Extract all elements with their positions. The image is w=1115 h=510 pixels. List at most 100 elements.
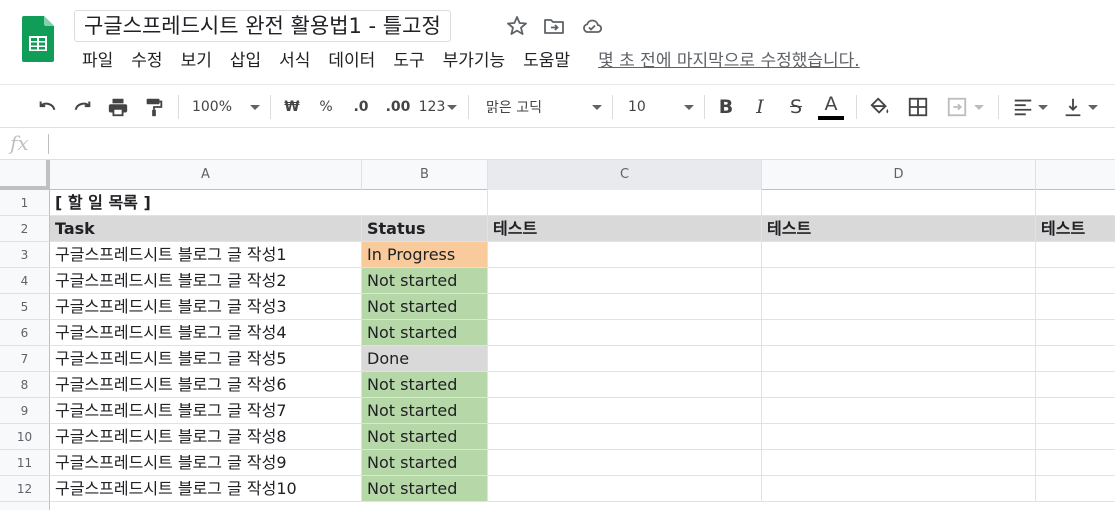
font-size-select[interactable]: 10 (628, 85, 694, 129)
move-folder-icon[interactable] (542, 14, 566, 38)
font-family-select[interactable]: 맑은 고딕 (486, 85, 602, 129)
status-cell[interactable]: Not started (362, 268, 488, 294)
cell-e4[interactable] (1036, 268, 1115, 294)
cell-d6[interactable] (762, 320, 1036, 346)
task-cell[interactable]: 구글스프레드시트 블로그 글 작성1 (50, 242, 362, 268)
text-color-button[interactable]: A (816, 85, 846, 129)
task-cell[interactable]: 구글스프레드시트 블로그 글 작성2 (50, 268, 362, 294)
cell-c10[interactable] (488, 424, 762, 450)
menu-tools[interactable]: 도구 (393, 49, 424, 73)
cell-d5[interactable] (762, 294, 1036, 320)
redo-icon[interactable] (68, 85, 96, 129)
cell-d11[interactable] (762, 450, 1036, 476)
cell-e7[interactable] (1036, 346, 1115, 372)
menu-addons[interactable]: 부가기능 (443, 49, 506, 73)
header-cell-c2[interactable]: 테스트 (488, 216, 762, 242)
status-cell[interactable]: Not started (362, 476, 488, 502)
status-cell[interactable]: Not started (362, 450, 488, 476)
cell-d7[interactable] (762, 346, 1036, 372)
status-cell[interactable]: Not started (362, 398, 488, 424)
vertical-align-icon[interactable] (1058, 85, 1102, 129)
row-header-6[interactable]: 6 (0, 320, 50, 346)
horizontal-align-icon[interactable] (1008, 85, 1052, 129)
row-header-9[interactable]: 9 (0, 398, 50, 424)
cell-c1[interactable] (488, 190, 762, 216)
column-header-c[interactable]: C (488, 160, 762, 190)
select-all-corner[interactable] (0, 160, 50, 190)
cell-e5[interactable] (1036, 294, 1115, 320)
cell-e1[interactable] (1036, 190, 1115, 216)
merge-cells-icon[interactable] (942, 85, 988, 129)
task-cell[interactable]: 구글스프레드시트 블로그 글 작성8 (50, 424, 362, 450)
cloud-saved-icon[interactable] (580, 14, 604, 38)
cell-c7[interactable] (488, 346, 762, 372)
column-header-e[interactable] (1036, 160, 1115, 190)
cell-e8[interactable] (1036, 372, 1115, 398)
task-cell[interactable]: 구글스프레드시트 블로그 글 작성9 (50, 450, 362, 476)
cell-d1[interactable] (762, 190, 1036, 216)
bold-button[interactable]: B (714, 85, 738, 129)
cell-c12[interactable] (488, 476, 762, 502)
cell-c9[interactable] (488, 398, 762, 424)
row-header-12[interactable]: 12 (0, 476, 50, 502)
strikethrough-button[interactable]: S (784, 85, 808, 129)
decrease-decimal-button[interactable]: .0 (346, 85, 376, 129)
cell-c11[interactable] (488, 450, 762, 476)
print-icon[interactable] (104, 85, 132, 129)
undo-icon[interactable] (34, 85, 62, 129)
header-cell-d2[interactable]: 테스트 (762, 216, 1036, 242)
menu-help[interactable]: 도움말 (523, 49, 570, 73)
row-header-5[interactable]: 5 (0, 294, 50, 320)
row-header-10[interactable]: 10 (0, 424, 50, 450)
column-header-a[interactable]: A (50, 160, 362, 190)
cell-e3[interactable] (1036, 242, 1115, 268)
italic-button[interactable]: I (748, 85, 772, 129)
task-cell[interactable]: 구글스프레드시트 블로그 글 작성6 (50, 372, 362, 398)
header-cell-b2[interactable]: Status (362, 216, 488, 242)
task-cell[interactable]: 구글스프레드시트 블로그 글 작성3 (50, 294, 362, 320)
cell-e10[interactable] (1036, 424, 1115, 450)
increase-decimal-button[interactable]: .00 (382, 85, 414, 129)
paint-format-icon[interactable] (140, 85, 168, 129)
row-header-13[interactable] (0, 502, 50, 510)
percent-format-button[interactable]: % (314, 85, 338, 129)
cell-c8[interactable] (488, 372, 762, 398)
cell-c6[interactable] (488, 320, 762, 346)
menu-view[interactable]: 보기 (181, 49, 212, 73)
status-cell[interactable]: In Progress (362, 242, 488, 268)
header-cell-a2[interactable]: Task (50, 216, 362, 242)
menu-file[interactable]: 파일 (82, 49, 113, 73)
cell-d4[interactable] (762, 268, 1036, 294)
cell-c3[interactable] (488, 242, 762, 268)
row-header-8[interactable]: 8 (0, 372, 50, 398)
row-header-7[interactable]: 7 (0, 346, 50, 372)
cell-e6[interactable] (1036, 320, 1115, 346)
status-cell[interactable]: Not started (362, 320, 488, 346)
sheets-logo-icon[interactable] (22, 16, 54, 62)
menu-insert[interactable]: 삽입 (230, 49, 261, 73)
cell-e12[interactable] (1036, 476, 1115, 502)
status-cell[interactable]: Not started (362, 372, 488, 398)
task-cell[interactable]: 구글스프레드시트 블로그 글 작성10 (50, 476, 362, 502)
fill-color-icon[interactable] (866, 85, 894, 129)
cell-d8[interactable] (762, 372, 1036, 398)
more-formats-select[interactable]: 123 (416, 85, 460, 129)
borders-icon[interactable] (904, 85, 932, 129)
cell-d10[interactable] (762, 424, 1036, 450)
task-cell[interactable]: 구글스프레드시트 블로그 글 작성5 (50, 346, 362, 372)
row-header-11[interactable]: 11 (0, 450, 50, 476)
menu-format[interactable]: 서식 (279, 49, 310, 73)
cell-c4[interactable] (488, 268, 762, 294)
star-icon[interactable] (505, 14, 529, 38)
formula-input[interactable] (56, 128, 1106, 159)
cell-a1[interactable]: [ 할 일 목록 ] (50, 190, 362, 216)
row-header-4[interactable]: 4 (0, 268, 50, 294)
cell-b1[interactable] (362, 190, 488, 216)
column-header-d[interactable]: D (762, 160, 1036, 190)
last-edit-link[interactable]: 몇 초 전에 마지막으로 수정했습니다. (598, 49, 860, 73)
column-header-b[interactable]: B (362, 160, 488, 190)
header-cell-e2[interactable]: 테스트 (1036, 216, 1115, 242)
cell-c5[interactable] (488, 294, 762, 320)
menu-data[interactable]: 데이터 (328, 49, 375, 73)
status-cell[interactable]: Not started (362, 294, 488, 320)
